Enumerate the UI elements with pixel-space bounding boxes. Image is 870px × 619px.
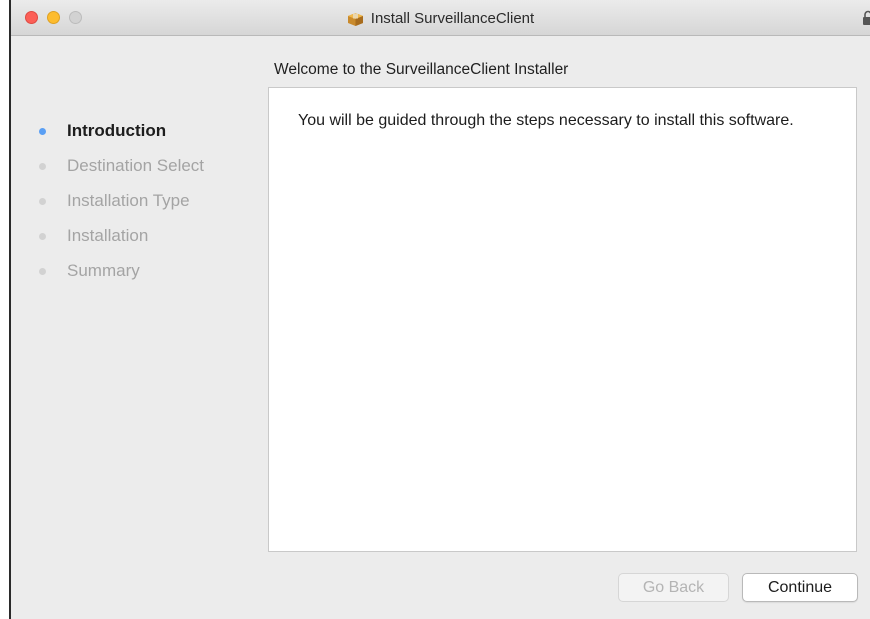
window-title: Install SurveillanceClient [370, 9, 535, 27]
go-back-button[interactable]: Go Back [618, 573, 729, 602]
step-label: Introduction [67, 121, 167, 140]
step-indicator-dot [39, 232, 46, 240]
step-indicator-dot [39, 162, 46, 170]
step-indicator-dot [39, 197, 46, 205]
step-installation-type: Installation Type [39, 190, 190, 212]
installer-window: Install SurveillanceClient Introduction … [9, 0, 870, 619]
window-title-group: Install SurveillanceClient [11, 0, 870, 36]
step-indicator-dot [39, 267, 46, 275]
continue-button[interactable]: Continue [742, 573, 858, 602]
step-label: Installation Type [67, 191, 190, 210]
lock-icon[interactable] [862, 10, 870, 26]
step-indicator-dot [39, 127, 46, 135]
step-introduction: Introduction [39, 120, 166, 142]
step-label: Destination Select [67, 156, 205, 175]
introduction-text: You will be guided through the steps nec… [298, 112, 794, 129]
package-icon [347, 12, 363, 26]
steps-sidebar: Introduction Destination Select Installa… [11, 36, 266, 619]
content-panel: You will be guided through the steps nec… [268, 87, 857, 552]
page-heading: Welcome to the SurveillanceClient Instal… [274, 61, 569, 78]
step-label: Installation [67, 226, 149, 245]
title-bar[interactable]: Install SurveillanceClient [11, 0, 870, 36]
step-label: Summary [67, 261, 140, 280]
step-summary: Summary [39, 260, 140, 282]
step-destination-select: Destination Select [39, 155, 204, 177]
step-installation: Installation [39, 225, 148, 247]
